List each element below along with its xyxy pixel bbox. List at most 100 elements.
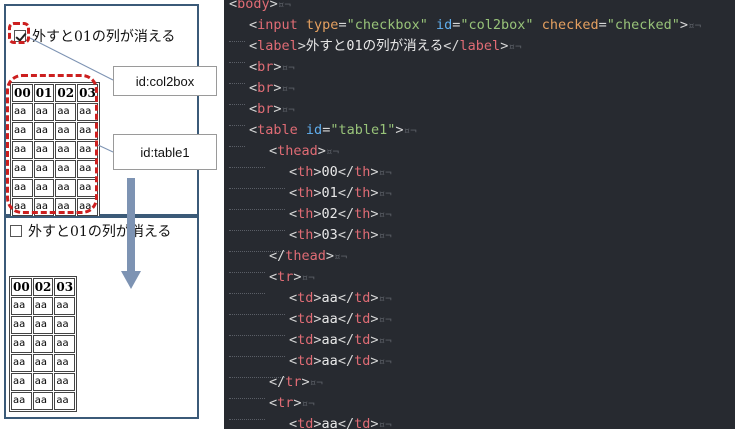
code-token-punc: </ — [337, 290, 355, 306]
code-token-tag: th — [354, 206, 371, 222]
code-token-idattr: id — [305, 122, 323, 138]
code-token-punc: > — [313, 332, 322, 348]
code-token-text: 00 — [321, 164, 338, 180]
code-token-tag: label — [257, 38, 298, 54]
code-token-tag: td — [297, 416, 314, 429]
code-token-tag: br — [257, 59, 274, 75]
eol-marker: ¤¬ — [378, 334, 392, 347]
code-line[interactable]: <td>aa</td>¤¬ — [289, 330, 392, 351]
code-token-punc: > — [325, 248, 335, 264]
eol-marker: ¤¬ — [334, 250, 348, 263]
eol-marker: ¤¬ — [378, 355, 392, 368]
code-line[interactable]: <th>03</th>¤¬ — [289, 225, 392, 246]
code-line[interactable]: <label>外すと01の列が消える</label>¤¬ — [249, 36, 522, 57]
code-line[interactable]: <td>aa</td>¤¬ — [289, 288, 392, 309]
code-line[interactable]: <table id="table1">¤¬ — [249, 120, 417, 141]
code-token-punc: > — [313, 227, 322, 243]
code-line[interactable]: <td>aa</td>¤¬ — [289, 414, 392, 429]
code-line[interactable]: <th>00</th>¤¬ — [289, 162, 392, 183]
eol-marker: ¤¬ — [378, 166, 392, 179]
table1-callout: id:table1 — [113, 134, 217, 170]
indent-guide — [229, 126, 245, 147]
code-token-tag: tr — [277, 395, 294, 411]
eol-marker: ¤¬ — [281, 103, 295, 116]
code-token-tag: th — [354, 227, 371, 243]
code-line[interactable]: <br>¤¬ — [249, 78, 295, 99]
annotation-connectors — [29, 37, 141, 289]
code-token-val: "col2box" — [460, 17, 534, 33]
code-token-text: 01 — [321, 185, 338, 201]
eol-marker: ¤¬ — [378, 208, 392, 221]
code-token-punc: > — [395, 122, 404, 138]
code-token-text: aa — [321, 332, 338, 348]
code-token-tag: thead — [277, 143, 318, 159]
code-token-punc: < — [289, 353, 298, 369]
code-token-punc: > — [313, 164, 322, 180]
eol-marker: ¤¬ — [301, 397, 315, 410]
code-token-punc: < — [249, 38, 258, 54]
code-token-idattr: id — [436, 17, 453, 33]
code-token-text: aa — [321, 353, 338, 369]
indent-guide — [229, 315, 285, 336]
code-token-punc: > — [273, 59, 282, 75]
code-token-tag: th — [354, 164, 371, 180]
indent-guide — [229, 420, 285, 429]
code-token-tag: th — [297, 206, 314, 222]
code-token-val: "table1" — [330, 122, 396, 138]
code-token-punc: > — [317, 143, 326, 159]
eol-marker: ¤¬ — [508, 40, 522, 53]
code-token-punc — [534, 17, 542, 33]
code-token-tag: td — [297, 353, 314, 369]
code-line[interactable]: <br>¤¬ — [249, 99, 295, 120]
eol-marker: ¤¬ — [309, 376, 323, 389]
code-token-punc: </ — [337, 206, 355, 222]
col2box-callout: id:col2box — [113, 66, 217, 96]
code-token-tag: td — [354, 416, 371, 429]
code-token-punc: </ — [337, 311, 355, 327]
code-token-punc: < — [249, 80, 258, 96]
indent-guide — [229, 147, 265, 168]
code-token-punc: > — [301, 374, 310, 390]
code-token-tag: table — [257, 122, 298, 138]
code-token-tag: th — [297, 185, 314, 201]
code-line[interactable]: <tr>¤¬ — [269, 267, 315, 288]
code-line[interactable]: </thead>¤¬ — [269, 246, 347, 267]
code-token-val: "checkbox" — [346, 17, 428, 33]
code-token-punc: </ — [269, 374, 286, 390]
code-token-punc: > — [313, 353, 322, 369]
code-line[interactable]: <td>aa</td>¤¬ — [289, 309, 392, 330]
code-line[interactable]: <th>02</th>¤¬ — [289, 204, 392, 225]
eol-marker: ¤¬ — [688, 19, 702, 32]
indent-guide — [229, 63, 245, 84]
code-token-tag: br — [257, 80, 274, 96]
code-token-punc: </ — [337, 185, 355, 201]
code-token-text: aa — [321, 311, 338, 327]
indent-guide — [229, 105, 245, 126]
code-line[interactable]: <td>aa</td>¤¬ — [289, 351, 392, 372]
code-token-punc: < — [289, 290, 298, 306]
code-line[interactable]: <tr>¤¬ — [269, 393, 315, 414]
code-token-punc: = — [338, 17, 347, 33]
indent-guide — [229, 210, 285, 231]
code-line[interactable]: </tr>¤¬ — [269, 372, 323, 393]
code-line[interactable]: <th>01</th>¤¬ — [289, 183, 392, 204]
code-token-punc: < — [289, 164, 298, 180]
code-token-tag: th — [297, 227, 314, 243]
code-token-punc: < — [289, 332, 298, 348]
code-line[interactable]: <body>¤¬ — [229, 0, 291, 15]
code-token-punc: < — [289, 311, 298, 327]
code-token-tag: th — [354, 185, 371, 201]
code-token-tag: th — [297, 164, 314, 180]
code-token-punc: < — [269, 395, 278, 411]
code-token-punc: = — [598, 17, 607, 33]
eol-marker: ¤¬ — [281, 61, 295, 74]
code-token-punc: < — [269, 269, 278, 285]
code-line[interactable]: <thead>¤¬ — [269, 141, 339, 162]
code-token-punc — [298, 17, 306, 33]
code-editor[interactable]: <body>¤¬ <input type="checkbox" id="col2b… — [224, 0, 735, 429]
code-line[interactable]: <br>¤¬ — [249, 57, 295, 78]
code-token-punc: > — [269, 0, 278, 12]
code-token-punc: </ — [337, 227, 355, 243]
code-line[interactable]: <input type="checkbox" id="col2box" chec… — [249, 15, 701, 36]
eol-marker: ¤¬ — [281, 82, 295, 95]
